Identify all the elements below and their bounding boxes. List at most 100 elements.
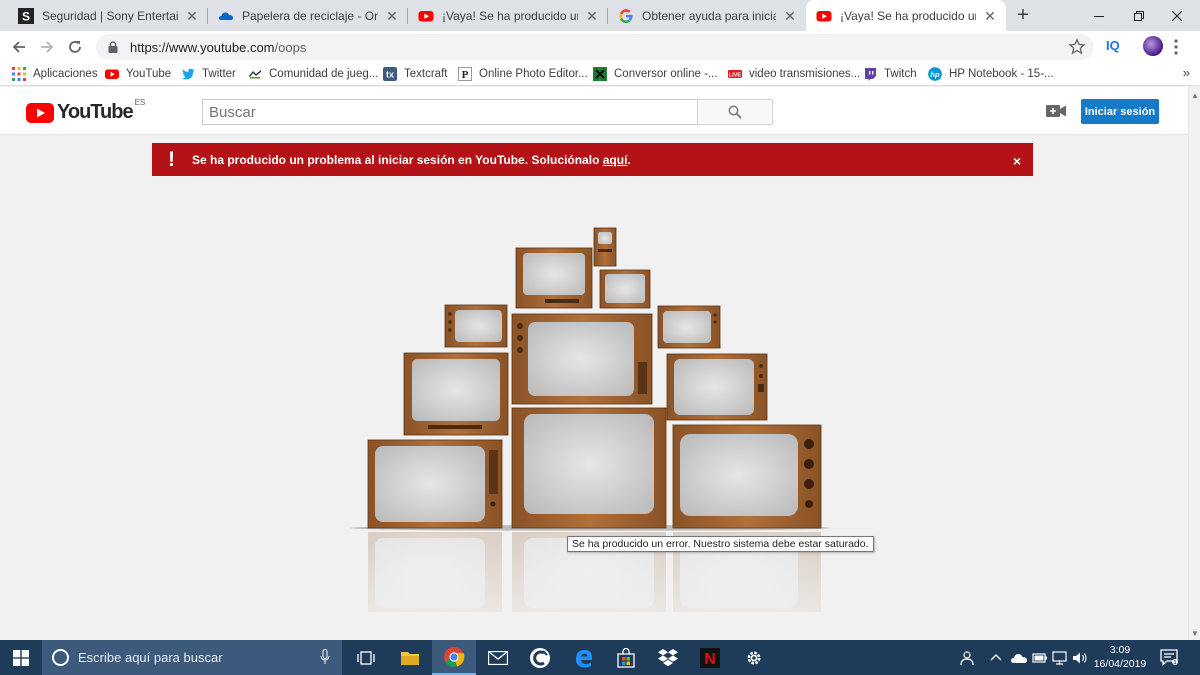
address-bar[interactable]: https://www.youtube.com/oops bbox=[96, 34, 1094, 60]
youtube-wordmark: YouTube bbox=[57, 101, 134, 123]
taskbar-chrome[interactable] bbox=[432, 640, 476, 675]
tv-center-middle bbox=[511, 313, 653, 405]
bookmark-hp-notebook[interactable]: hp HP Notebook - 15-... bbox=[928, 66, 1054, 82]
tab-google-help[interactable]: Obtener ayuda para iniciar sesi ✕ bbox=[608, 0, 806, 31]
bookmark-photo-editor[interactable]: P Online Photo Editor... bbox=[458, 66, 588, 82]
svg-text:P: P bbox=[462, 69, 469, 81]
taskbar-mail[interactable] bbox=[476, 640, 520, 675]
taskbar-ccleaner[interactable] bbox=[518, 640, 562, 675]
bookmark-label: Conversor online -... bbox=[614, 68, 718, 80]
bookmark-aplicaciones[interactable]: Aplicaciones bbox=[12, 66, 98, 82]
url-text: https://www.youtube.com/oops bbox=[130, 40, 306, 55]
tab-youtube-oops-active[interactable]: ¡Vaya! Se ha producido un erro ✕ bbox=[806, 0, 1006, 31]
youtube-icon bbox=[105, 69, 119, 79]
page-scrollbar[interactable]: ▲ ▼ bbox=[1188, 87, 1200, 640]
tv-right-small bbox=[657, 305, 721, 349]
tray-chevron-up-icon[interactable] bbox=[990, 650, 1002, 666]
taskbar-edge[interactable] bbox=[562, 640, 606, 675]
taskbar-search-placeholder: Escribe aquí para buscar bbox=[78, 650, 223, 665]
sony-s-icon: S bbox=[18, 7, 34, 24]
taskbar-store[interactable] bbox=[604, 640, 648, 675]
hp-icon: hp bbox=[928, 67, 942, 81]
alert-exclamation-icon: ! bbox=[168, 148, 175, 171]
taskbar-clock[interactable]: 3:09 16/04/2019 bbox=[1090, 643, 1150, 671]
start-button[interactable] bbox=[0, 640, 42, 675]
svg-text:1: 1 bbox=[1174, 660, 1177, 666]
windows-taskbar: Escribe aquí para buscar N 3:09 16/04/20… bbox=[0, 640, 1200, 675]
bookmark-label: Aplicaciones bbox=[33, 68, 98, 80]
microphone-icon[interactable] bbox=[320, 649, 330, 665]
tab-sony-security[interactable]: S Seguridad | Sony Entertainmen ✕ bbox=[8, 0, 208, 31]
more-bookmarks-button[interactable]: » bbox=[1183, 65, 1190, 80]
tab-youtube-oops-1[interactable]: ¡Vaya! Se ha producido un erro ✕ bbox=[408, 0, 608, 31]
tab-close-icon[interactable]: ✕ bbox=[982, 8, 998, 24]
battery-icon[interactable] bbox=[1032, 650, 1048, 666]
upload-video-icon[interactable] bbox=[1046, 104, 1066, 118]
search-input[interactable] bbox=[202, 99, 698, 125]
bookmark-video-transmisiones[interactable]: LIVE video transmisiones... bbox=[728, 66, 860, 82]
photo-editor-icon: P bbox=[458, 67, 472, 81]
onedrive-tray-icon[interactable] bbox=[1010, 650, 1028, 666]
reload-button[interactable] bbox=[64, 36, 86, 58]
taskbar-dropbox[interactable] bbox=[646, 640, 690, 675]
svg-text:tx: tx bbox=[386, 70, 394, 80]
taskbar-settings[interactable] bbox=[732, 640, 776, 675]
bookmark-label: Textcraft bbox=[404, 68, 448, 80]
alert-fix-link[interactable]: aquí bbox=[603, 153, 628, 167]
taskbar-netflix[interactable]: N bbox=[688, 640, 732, 675]
alert-close-icon[interactable]: × bbox=[1013, 153, 1021, 169]
network-icon[interactable] bbox=[1052, 650, 1068, 666]
tab-title: Papelera de reciclaje - OneDriv bbox=[242, 8, 378, 23]
bookmark-twitch[interactable]: Twitch bbox=[863, 66, 917, 82]
tab-close-icon[interactable]: ✕ bbox=[184, 8, 200, 24]
scroll-up-arrow-icon[interactable]: ▲ bbox=[1191, 91, 1199, 100]
tv-left-small bbox=[444, 304, 508, 348]
tab-close-icon[interactable]: ✕ bbox=[584, 8, 600, 24]
tv-tiny-top bbox=[593, 227, 617, 267]
sign-in-button[interactable]: Iniciar sesión bbox=[1081, 99, 1159, 124]
bookmark-conversor[interactable]: Conversor online -... bbox=[593, 66, 718, 82]
people-icon[interactable] bbox=[958, 650, 974, 666]
profile-avatar[interactable] bbox=[1143, 36, 1163, 56]
tab-onedrive[interactable]: Papelera de reciclaje - OneDriv ✕ bbox=[208, 0, 408, 31]
close-window-button[interactable] bbox=[1154, 0, 1200, 31]
google-icon bbox=[619, 8, 633, 23]
apps-grid-icon bbox=[12, 67, 26, 81]
store-bag-icon bbox=[617, 647, 635, 668]
bookmark-comunidad-juegos[interactable]: Comunidad de jueg... bbox=[248, 66, 378, 82]
action-center-icon[interactable]: 1 bbox=[1160, 648, 1178, 666]
twitch-icon bbox=[865, 68, 876, 81]
url-path: /oops bbox=[274, 39, 307, 55]
arrow-right-icon bbox=[41, 41, 54, 53]
bookmark-twitter[interactable]: Twitter bbox=[181, 66, 236, 82]
iq-extension-button[interactable]: IQ bbox=[1106, 38, 1120, 53]
volume-icon[interactable] bbox=[1072, 650, 1088, 666]
alert-text: Se ha producido un problema al iniciar s… bbox=[192, 153, 603, 167]
task-view-button[interactable] bbox=[344, 640, 388, 675]
tab-close-icon[interactable]: ✕ bbox=[782, 8, 798, 24]
clock-time: 3:09 bbox=[1109, 644, 1131, 656]
tv-top-right bbox=[599, 269, 651, 309]
forward-button[interactable] bbox=[36, 36, 58, 58]
new-tab-button[interactable]: + bbox=[1012, 5, 1034, 27]
lock-icon bbox=[108, 41, 118, 53]
back-button[interactable] bbox=[8, 36, 30, 58]
bookmark-youtube[interactable]: YouTube bbox=[105, 66, 171, 82]
bookmark-star-icon[interactable] bbox=[1068, 38, 1086, 56]
bookmark-textcraft[interactable]: tx Textcraft bbox=[383, 66, 447, 82]
taskbar-file-explorer[interactable] bbox=[388, 640, 432, 675]
scroll-down-arrow-icon[interactable]: ▼ bbox=[1191, 629, 1199, 638]
search-button[interactable] bbox=[697, 99, 773, 125]
tab-close-icon[interactable]: ✕ bbox=[384, 8, 400, 24]
bookmark-label: Online Photo Editor... bbox=[479, 68, 588, 80]
signin-error-alert: ! Se ha producido un problema al iniciar… bbox=[152, 143, 1033, 176]
tab-title: ¡Vaya! Se ha producido un erro bbox=[442, 8, 578, 23]
bookmarks-bar: Aplicaciones YouTube Twitter Comunidad d… bbox=[0, 62, 1200, 86]
bookmark-label: YouTube bbox=[126, 68, 172, 80]
more-vert-icon[interactable] bbox=[1174, 39, 1178, 55]
youtube-logo[interactable]: YouTube ES bbox=[26, 98, 146, 124]
region-code: ES bbox=[134, 98, 146, 107]
search-icon bbox=[728, 105, 742, 119]
taskbar-search-box[interactable]: Escribe aquí para buscar bbox=[42, 640, 342, 675]
alert-suffix: . bbox=[627, 153, 631, 167]
